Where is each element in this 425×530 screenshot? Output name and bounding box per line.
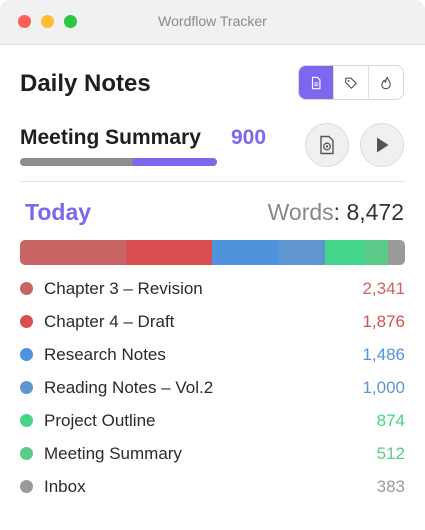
document-name: Project Outline <box>44 410 156 430</box>
document-name: Inbox <box>44 476 86 496</box>
divider <box>20 181 405 182</box>
view-tags-button[interactable] <box>334 66 369 99</box>
color-dot-icon <box>20 381 33 394</box>
document-name: Reading Notes – Vol.2 <box>44 377 214 397</box>
current-document-count: 900 <box>231 126 267 149</box>
distribution-segment <box>364 240 388 265</box>
app-window: Wordflow Tracker Daily Notes Meeting Sum… <box>0 0 425 530</box>
document-row[interactable]: Reading Notes – Vol.2 1,000 <box>20 371 405 404</box>
document-name: Chapter 3 – Revision <box>44 278 203 298</box>
document-icon <box>311 76 321 89</box>
document-target-icon <box>320 135 334 155</box>
current-progress-bar <box>20 158 217 166</box>
distribution-segment <box>387 240 405 265</box>
color-dot-icon <box>20 282 33 295</box>
document-word-count: 383 <box>376 476 405 496</box>
document-list: Chapter 3 – Revision 2,341 Chapter 4 – Dra… <box>20 272 405 503</box>
words-label: Words <box>267 199 334 225</box>
color-dot-icon <box>20 480 33 493</box>
period-label: Today <box>25 199 92 225</box>
tag-icon <box>345 77 357 89</box>
document-row[interactable]: Research Notes 1,486 <box>20 338 405 371</box>
document-row[interactable]: Inbox 383 <box>20 470 405 503</box>
words-total-value: 8,472 <box>346 199 404 225</box>
flame-icon <box>381 76 391 89</box>
view-streak-button[interactable] <box>369 66 403 99</box>
current-document-name: Meeting Summary <box>20 126 201 149</box>
document-word-count: 874 <box>376 410 405 430</box>
document-row[interactable]: Chapter 4 – Draft 1,876 <box>20 305 405 338</box>
distribution-segment <box>211 240 280 265</box>
document-name: Chapter 4 – Draft <box>44 311 175 331</box>
total-words: Words: 8,472 <box>268 199 404 226</box>
color-dot-icon <box>20 447 33 460</box>
color-dot-icon <box>20 315 33 328</box>
view-switcher <box>298 65 404 100</box>
play-icon <box>377 137 389 153</box>
set-goal-button[interactable] <box>305 123 349 167</box>
document-row[interactable]: Chapter 3 – Revision 2,341 <box>20 272 405 305</box>
play-button[interactable] <box>360 123 404 167</box>
view-documents-button[interactable] <box>299 66 334 99</box>
page-title: Daily Notes <box>20 70 151 97</box>
distribution-segment <box>126 240 212 265</box>
color-dot-icon <box>20 348 33 361</box>
document-word-count: 1,486 <box>362 344 405 364</box>
window-title: Wordflow Tracker <box>158 13 267 29</box>
document-name: Meeting Summary <box>44 443 182 463</box>
document-word-count: 2,341 <box>362 278 405 298</box>
document-row[interactable]: Project Outline 874 <box>20 404 405 437</box>
distribution-segment <box>20 240 127 265</box>
distribution-segment <box>279 240 325 265</box>
document-word-count: 1,876 <box>362 311 405 331</box>
document-row[interactable]: Meeting Summary 512 <box>20 437 405 470</box>
document-word-count: 1,000 <box>362 377 405 397</box>
word-distribution-bar <box>20 240 405 265</box>
document-name: Research Notes <box>44 344 166 364</box>
current-progress-fill <box>132 158 217 166</box>
document-word-count: 512 <box>376 443 405 463</box>
distribution-segment <box>324 240 365 265</box>
title-bar: Wordflow Tracker <box>0 0 425 45</box>
color-dot-icon <box>20 414 33 427</box>
